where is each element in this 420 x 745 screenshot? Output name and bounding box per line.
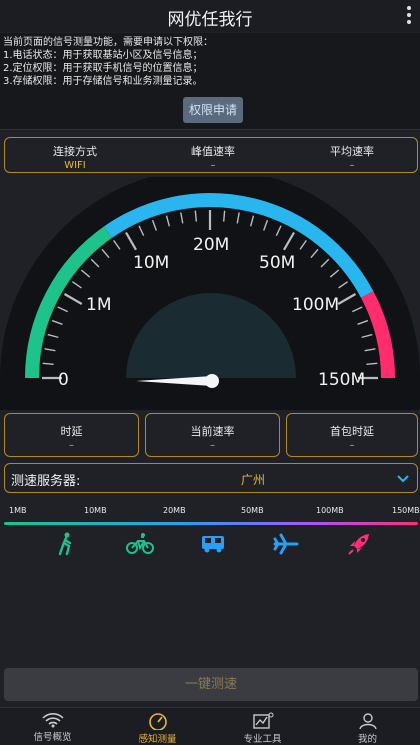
gauge-tick bbox=[222, 210, 226, 222]
average-rate-label: 平均速率 bbox=[330, 145, 374, 158]
current-rate-card: 当前速率 – bbox=[145, 413, 280, 457]
gauge-label-100m: 100M bbox=[292, 295, 339, 315]
nav-label-perception-measurement: 感知测量 bbox=[138, 734, 177, 745]
request-permission-button[interactable]: 权限申请 bbox=[183, 97, 243, 123]
nav-label-signal-overview: 信号概览 bbox=[33, 732, 72, 743]
speedtest-server-select[interactable]: 测速服务器: 广州 bbox=[4, 463, 418, 493]
walk-icon bbox=[53, 532, 79, 556]
gauge-needle-hub bbox=[205, 374, 219, 388]
scale-label-1mb: 1MB bbox=[9, 506, 27, 515]
gauge-label-20m: 20M bbox=[193, 235, 229, 255]
more-options-icon[interactable] bbox=[404, 4, 414, 28]
rocket-icon bbox=[347, 532, 373, 556]
permission-item-location: 2.定位权限：用于获取手机信号的位置信息； bbox=[3, 63, 203, 74]
bus-icon bbox=[199, 532, 227, 556]
gauge-label-0: 0 bbox=[58, 370, 69, 390]
gauge-tick bbox=[42, 362, 54, 366]
connection-label: 连接方式 bbox=[53, 145, 97, 158]
permission-item-phone: 1.电话状态：用于获取基站小区及信号信息； bbox=[3, 50, 203, 61]
wifi-icon bbox=[41, 713, 64, 728]
connection-stat: 连接方式 WIFI bbox=[25, 138, 125, 171]
nav-item-perception-measurement[interactable]: 感知测量 bbox=[105, 708, 210, 745]
connection-value: WIFI bbox=[64, 160, 86, 171]
gauge-label-50m: 50M bbox=[259, 253, 295, 273]
stats-card-top: 连接方式 WIFI 峰值速率 – 平均速率 – bbox=[4, 137, 418, 173]
average-rate-stat: 平均速率 – bbox=[302, 138, 402, 171]
latency-label: 时延 bbox=[60, 425, 83, 438]
nav-label-mine: 我的 bbox=[357, 734, 377, 745]
speed-gauge-svg: 0 1M 10M 20M 50M 100M 150M bbox=[0, 168, 420, 410]
bottom-nav: 信号概览 感知测量 专业工具 我的 bbox=[0, 707, 420, 745]
latency-stat: 时延 – bbox=[5, 414, 138, 451]
nav-item-pro-tools[interactable]: 专业工具 bbox=[210, 708, 315, 745]
nav-label-pro-tools: 专业工具 bbox=[243, 734, 282, 745]
permission-notice: 当前页面的信号测量功能，需要申请以下权限： 1.电话状态：用于获取基站小区及信号… bbox=[0, 33, 420, 130]
current-rate-value: – bbox=[210, 440, 215, 451]
server-city: 广州 bbox=[241, 473, 266, 487]
current-rate-stat: 当前速率 – bbox=[146, 414, 279, 451]
bike-icon bbox=[125, 532, 155, 556]
nav-item-mine[interactable]: 我的 bbox=[315, 708, 420, 745]
latency-card: 时延 – bbox=[4, 413, 139, 457]
speed-scale-bar bbox=[4, 522, 418, 525]
first-packet-value: – bbox=[349, 440, 355, 451]
scale-label-100mb: 100MB bbox=[316, 506, 344, 515]
permission-item-storage: 3.存储权限：用于存储信号和业务测量记录。 bbox=[3, 76, 203, 87]
chevron-down-icon bbox=[397, 475, 409, 483]
gauge-tick bbox=[366, 362, 378, 366]
gauge-label-10m: 10M bbox=[133, 253, 169, 273]
speed-gauge: 0 1M 10M 20M 50M 100M 150M bbox=[0, 168, 420, 410]
start-speedtest-button[interactable]: 一键测速 bbox=[4, 668, 418, 701]
first-packet-card: 首包时延 – bbox=[286, 413, 418, 457]
chart-tool-icon bbox=[252, 712, 273, 729]
app-header: 网优任我行 bbox=[0, 0, 420, 32]
user-icon bbox=[358, 713, 377, 730]
peak-rate-label: 峰值速率 bbox=[191, 145, 235, 158]
scale-label-10mb: 10MB bbox=[84, 506, 107, 515]
speed-mode-icons bbox=[0, 532, 420, 558]
peak-rate-stat: 峰值速率 – bbox=[163, 138, 263, 171]
first-packet-stat: 首包时延 – bbox=[287, 414, 417, 451]
app-title: 网优任我行 bbox=[167, 10, 253, 30]
latency-value: – bbox=[69, 440, 74, 451]
gauge-tick bbox=[194, 210, 198, 222]
server-label: 测速服务器: bbox=[11, 474, 81, 489]
permission-intro: 当前页面的信号测量功能，需要申请以下权限： bbox=[3, 37, 213, 48]
average-rate-value: – bbox=[349, 160, 355, 171]
first-packet-label: 首包时延 bbox=[330, 425, 374, 438]
gauge-label-1m: 1M bbox=[86, 295, 111, 315]
scale-label-50mb: 50MB bbox=[241, 506, 264, 515]
peak-rate-value: – bbox=[210, 160, 216, 171]
current-rate-label: 当前速率 bbox=[190, 425, 235, 438]
nav-item-signal-overview[interactable]: 信号概览 bbox=[0, 708, 105, 745]
speedometer-icon bbox=[148, 713, 167, 730]
gauge-label-150m: 150M bbox=[318, 370, 365, 390]
scale-label-20mb: 20MB bbox=[163, 506, 186, 515]
scale-label-150mb: 150MB bbox=[392, 506, 420, 515]
plane-icon bbox=[273, 532, 299, 556]
